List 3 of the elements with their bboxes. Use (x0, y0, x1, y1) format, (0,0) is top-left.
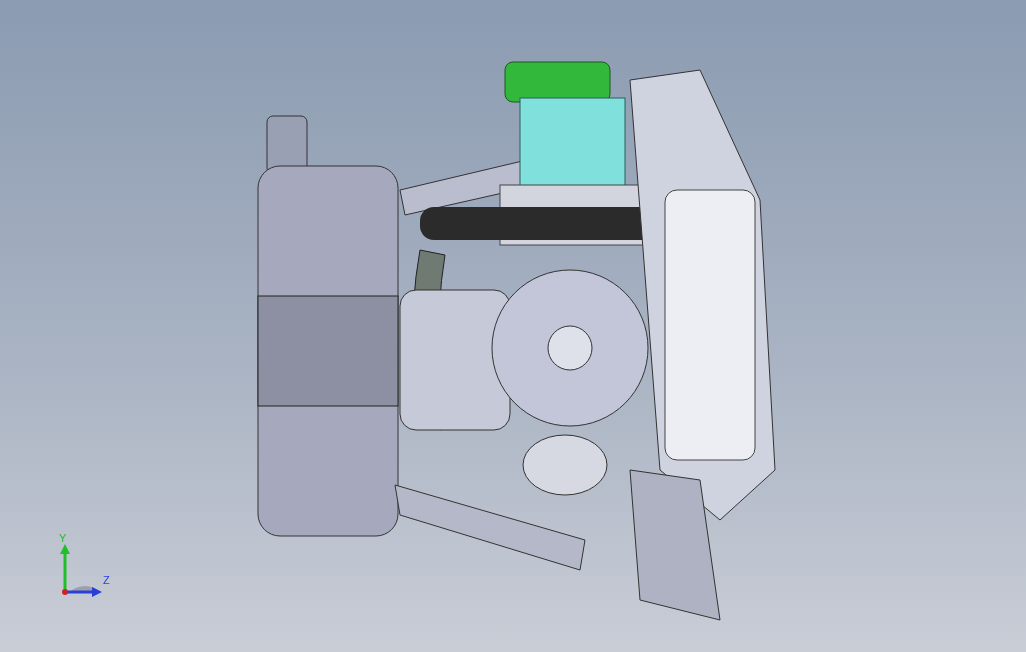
axis-label: Y (59, 532, 67, 544)
origin-dot-icon (62, 589, 68, 595)
axis-label: Z (103, 574, 110, 586)
